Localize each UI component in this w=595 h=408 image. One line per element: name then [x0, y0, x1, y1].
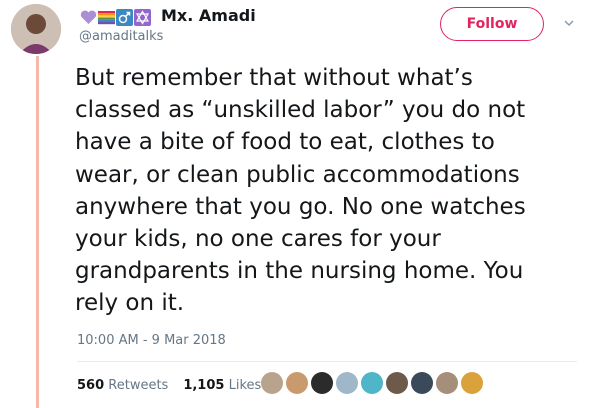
badge-row — [80, 9, 151, 26]
rainbow-flag-icon — [98, 11, 115, 25]
follow-button[interactable]: Follow — [440, 7, 544, 41]
liker-avatar[interactable] — [461, 372, 483, 394]
gender-symbol-icon — [116, 9, 133, 26]
liker-avatar[interactable] — [261, 372, 283, 394]
retweets-stat[interactable]: 560 Retweets — [77, 378, 168, 393]
avatar-image — [11, 4, 61, 54]
display-name[interactable]: Mx. Amadi — [161, 6, 256, 25]
tweet-text: But remember that without what’s classed… — [75, 65, 526, 317]
likes-count: 1,105 — [183, 378, 225, 393]
user-handle[interactable]: @amaditalks — [79, 29, 163, 44]
liker-avatar[interactable] — [386, 372, 408, 394]
liker-avatar[interactable] — [361, 372, 383, 394]
retweets-label: Retweets — [108, 378, 169, 393]
star-of-david-icon — [134, 9, 151, 26]
liker-avatar[interactable] — [336, 372, 358, 394]
thread-line — [36, 56, 39, 408]
avatar[interactable] — [11, 4, 61, 54]
tweet-stats: 560 Retweets 1,105 Likes — [77, 378, 261, 393]
liker-avatars — [261, 372, 483, 394]
chevron-down-icon[interactable] — [563, 17, 575, 29]
liker-avatar[interactable] — [286, 372, 308, 394]
retweets-count: 560 — [77, 378, 105, 393]
likes-label: Likes — [228, 378, 262, 393]
tweet-timestamp[interactable]: 10:00 AM - 9 Mar 2018 — [77, 333, 226, 348]
liker-avatar[interactable] — [411, 372, 433, 394]
divider — [77, 361, 577, 362]
liker-avatar[interactable] — [436, 372, 458, 394]
liker-avatar[interactable] — [311, 372, 333, 394]
purple-heart-icon — [80, 10, 97, 24]
likes-stat[interactable]: 1,105 Likes — [183, 378, 261, 393]
